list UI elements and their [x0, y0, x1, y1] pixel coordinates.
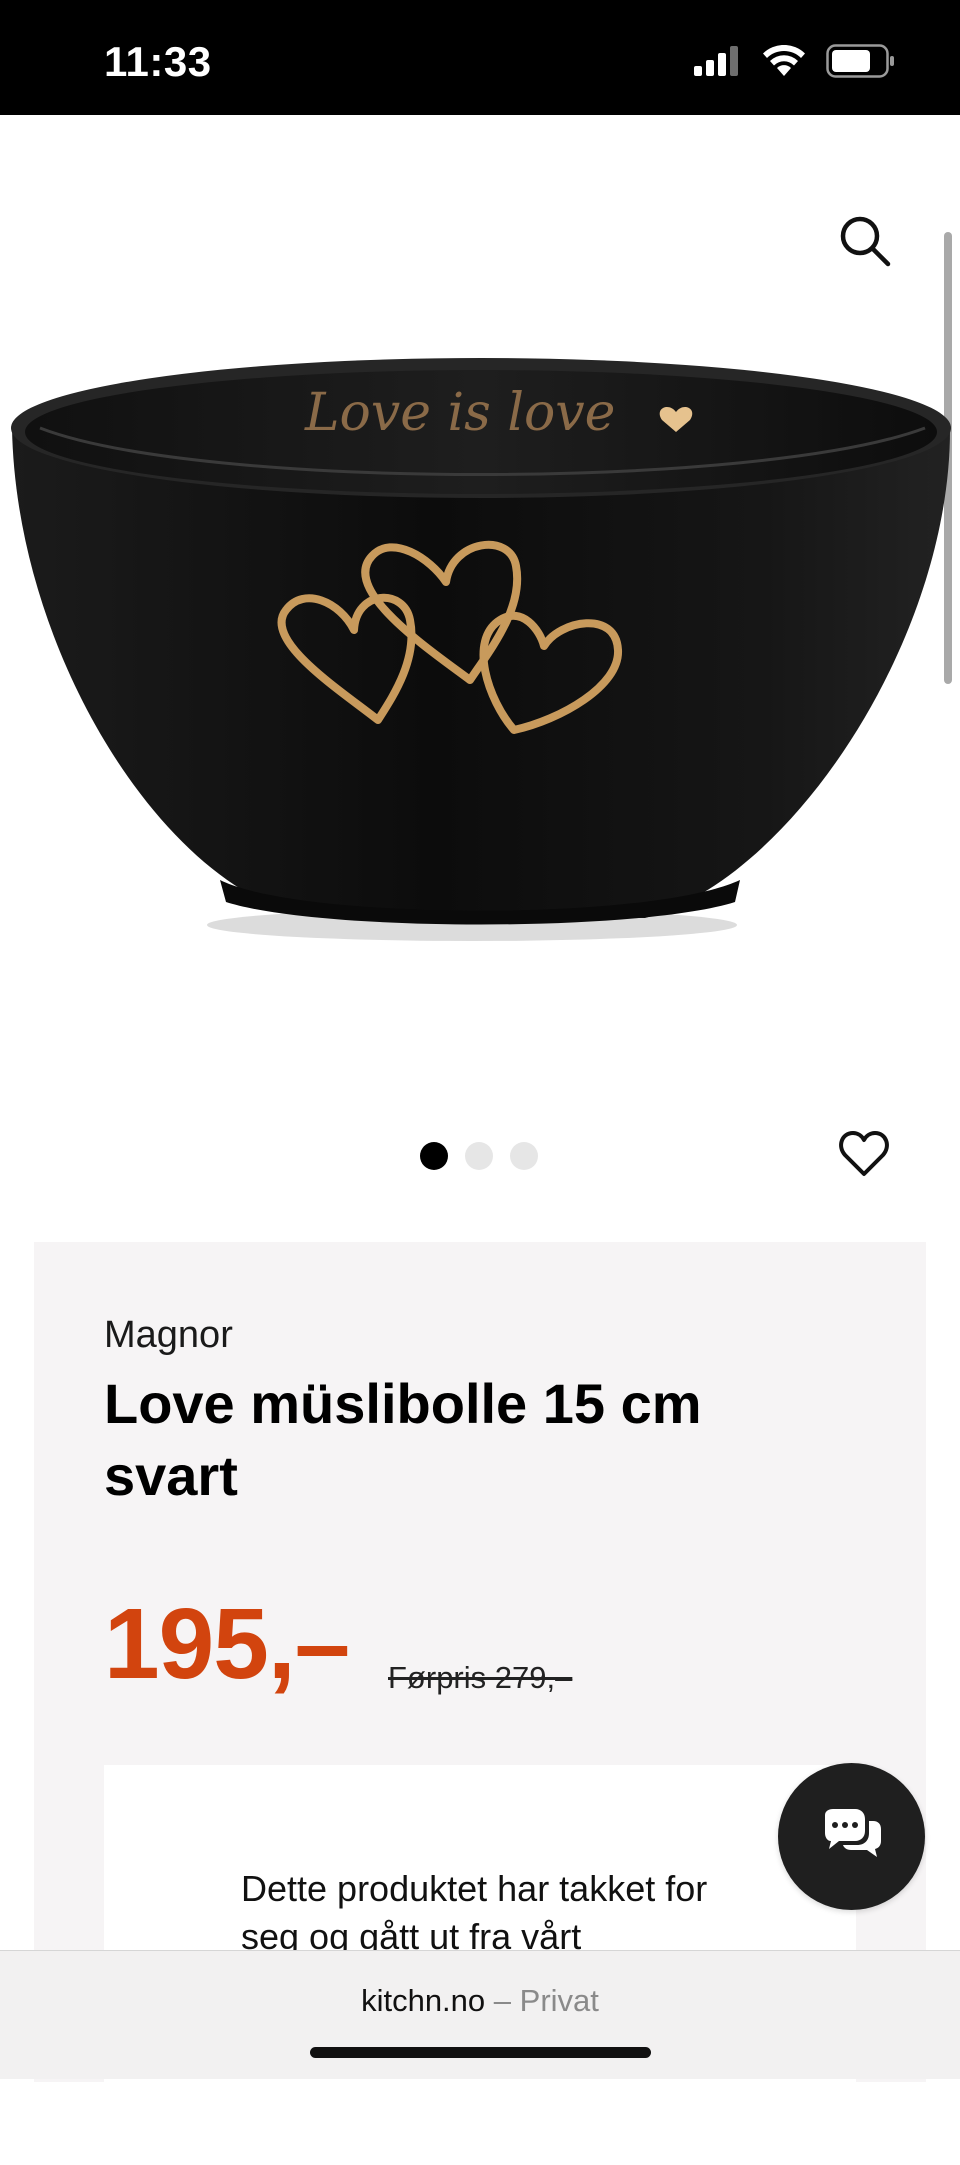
browser-url-line[interactable]: kitchn.no – Privat	[0, 1983, 960, 2019]
browser-url-domain: kitchn.no	[361, 1983, 486, 2018]
browser-address-bar[interactable]: kitchn.no – Privat	[0, 1950, 960, 2079]
carousel-dot-2[interactable]	[465, 1142, 493, 1170]
wifi-icon	[762, 44, 806, 82]
chat-bubbles-icon	[821, 1809, 883, 1864]
heart-outline-icon	[839, 1130, 889, 1182]
chat-button[interactable]	[778, 1763, 925, 1910]
image-carousel-dots	[420, 1142, 538, 1170]
home-indicator[interactable]	[310, 2047, 651, 2058]
battery-icon	[826, 44, 896, 83]
browser-private-mode-label: Privat	[519, 1983, 599, 2018]
product-brand[interactable]: Magnor	[104, 1314, 233, 1357]
carousel-dot-3[interactable]	[510, 1142, 538, 1170]
discontinued-notice-text: Dette produktet har takket for seg og gå…	[241, 1868, 708, 1957]
cellular-signal-icon	[694, 46, 742, 81]
favorite-button[interactable]	[836, 1128, 892, 1184]
search-icon	[837, 213, 893, 274]
product-image[interactable]: Love is love	[0, 320, 960, 960]
bowl-inscription-text: Love is love	[304, 383, 615, 443]
product-price: 195,–	[104, 1588, 350, 1700]
browser-url-separator: –	[493, 1983, 512, 2018]
product-old-price: Førpris 279,–	[388, 1660, 573, 1695]
status-time: 11:33	[104, 38, 212, 85]
status-icons	[694, 44, 896, 83]
search-button[interactable]	[835, 213, 895, 273]
status-bar: 11:33	[0, 0, 960, 115]
carousel-dot-1[interactable]	[420, 1142, 448, 1170]
product-title: Love müslibolle 15 cm svart	[104, 1372, 702, 1507]
